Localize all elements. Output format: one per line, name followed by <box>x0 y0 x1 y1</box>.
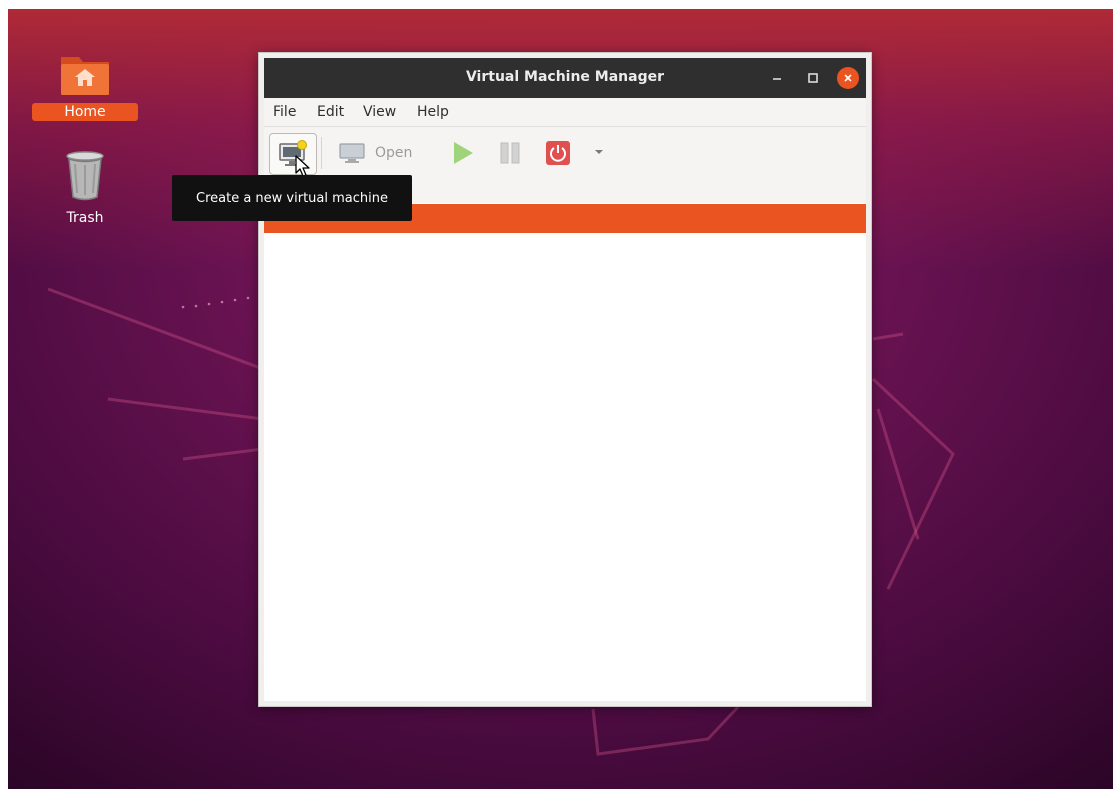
tooltip: Create a new virtual machine <box>172 175 412 221</box>
pause-button[interactable] <box>497 139 523 167</box>
window-content: Virtual Machine Manager File Edit View H… <box>264 58 866 701</box>
home-label: Home <box>32 103 138 121</box>
vm-list[interactable] <box>264 233 866 701</box>
minimize-icon <box>773 78 781 80</box>
open-button[interactable]: Open <box>339 139 412 167</box>
trash-label: Trash <box>66 210 104 226</box>
menu-help[interactable]: Help <box>417 104 449 120</box>
titlebar[interactable]: Virtual Machine Manager <box>264 58 866 98</box>
shutdown-button[interactable] <box>545 139 571 167</box>
close-icon <box>844 74 852 82</box>
minimize-button[interactable] <box>766 67 788 89</box>
monitor-icon <box>339 143 365 163</box>
menu-view[interactable]: View <box>363 104 396 120</box>
desktop-trash-shortcut[interactable]: Trash <box>30 149 140 227</box>
menu-file[interactable]: File <box>273 104 296 120</box>
trash-icon <box>66 151 104 201</box>
maximize-button[interactable] <box>802 67 824 89</box>
run-button[interactable] <box>450 139 476 167</box>
close-button[interactable] <box>837 67 859 89</box>
power-icon <box>546 141 570 165</box>
shutdown-menu-button[interactable] <box>592 143 606 161</box>
open-label: Open <box>375 145 413 161</box>
virt-manager-window: Virtual Machine Manager File Edit View H… <box>259 53 871 706</box>
desktop-home-shortcut[interactable]: Home <box>30 53 140 121</box>
menubar: File Edit View Help <box>264 98 866 126</box>
pause-icon <box>500 142 520 164</box>
home-folder-icon <box>61 57 109 95</box>
maximize-icon <box>808 73 818 83</box>
toolbar-separator <box>321 137 322 169</box>
play-icon <box>454 142 473 164</box>
menu-edit[interactable]: Edit <box>317 104 344 120</box>
chevron-down-icon <box>595 150 603 154</box>
